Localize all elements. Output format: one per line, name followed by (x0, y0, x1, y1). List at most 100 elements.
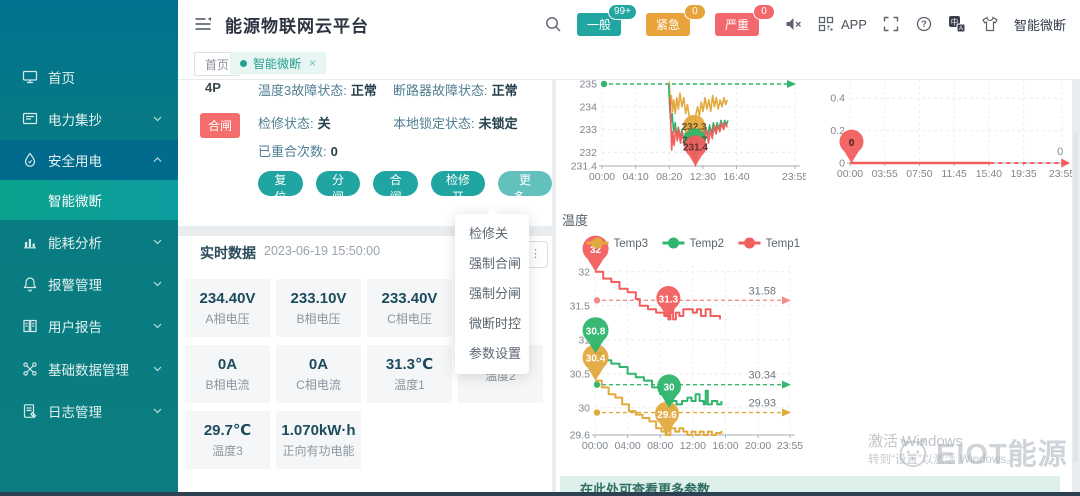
device-model: 4P (205, 80, 221, 95)
svg-text:23:55: 23:55 (782, 171, 806, 183)
chevron-down-icon (153, 281, 162, 287)
svg-text:235: 235 (579, 80, 597, 91)
status-value: 0 (331, 144, 338, 159)
menu-item-maintenance-off[interactable]: 检修关 (455, 219, 529, 249)
menu-item-breaker-timing[interactable]: 微断时控 (455, 309, 529, 339)
svg-text:233: 233 (579, 124, 597, 136)
alarm-badge-label: 一般 (587, 18, 611, 32)
status-label: 温度3故障状态: (258, 83, 347, 98)
translate-icon[interactable]: 中A (948, 15, 966, 33)
alarm-count-general: 99+ (608, 4, 637, 20)
svg-text:29.93: 29.93 (748, 398, 776, 410)
status-value: 正常 (351, 83, 377, 98)
menu-item-parameter-settings[interactable]: 参数设置 (455, 339, 529, 369)
status-label: 检修状态: (258, 116, 314, 131)
card-value: 233.40V (382, 290, 438, 307)
help-icon[interactable]: ? (915, 15, 933, 33)
close-tab-icon[interactable]: × (309, 56, 316, 70)
active-tab-dot (240, 60, 247, 67)
chevron-down-icon (153, 408, 162, 414)
mute-icon[interactable] (784, 15, 802, 33)
sidebar-item-label: 基础数据管理 (48, 359, 129, 379)
alarm-badge-label: 紧急 (656, 18, 680, 32)
menu-item-force-close[interactable]: 强制合闸 (455, 249, 529, 279)
svg-text:03:55: 03:55 (872, 168, 898, 180)
sidebar-item-alarm-management[interactable]: 报警管理 (0, 266, 178, 302)
card-value: 233.10V (291, 290, 347, 307)
app-root: 首页 电力集抄 安全用电 智能微断 能耗分析 报警管理 用户报告 (0, 0, 1080, 496)
sidebar: 首页 电力集抄 安全用电 智能微断 能耗分析 报警管理 用户报告 (0, 0, 178, 492)
data-nodes-icon (22, 361, 38, 377)
status-value: 关 (318, 116, 331, 131)
svg-text:11:45: 11:45 (941, 168, 967, 180)
open-switch-button[interactable]: 分闸 (316, 171, 361, 196)
qr-code-icon[interactable] (817, 15, 835, 33)
svg-text:30.4: 30.4 (586, 354, 606, 365)
sidebar-item-safe-power[interactable]: 安全用电 (0, 140, 178, 180)
current-day-chart: 00:0003:5507:5011:4515:4019:3523:550.40.… (824, 80, 1072, 203)
more-button[interactable]: 更多… (498, 171, 552, 196)
svg-text:30.8: 30.8 (586, 327, 606, 338)
search-icon[interactable] (544, 15, 562, 33)
svg-text:08:00: 08:00 (647, 440, 673, 452)
tabbar: 首页 智能微断 × (178, 48, 1080, 80)
switch-state-badge: 合闸 (200, 113, 240, 138)
sidebar-item-log-management[interactable]: 日志管理 (0, 393, 178, 429)
tshirt-icon[interactable] (981, 15, 999, 33)
card-value: 29.7℃ (204, 421, 251, 439)
fullscreen-icon[interactable] (882, 15, 900, 33)
svg-text:31.5: 31.5 (570, 300, 591, 312)
window-bottom-edge (0, 492, 1080, 496)
svg-text:31.3: 31.3 (659, 294, 679, 305)
svg-text:30.34: 30.34 (748, 370, 776, 382)
vertical-scrollbar[interactable] (1073, 132, 1078, 462)
chartB-svg: 00:0003:5507:5011:4515:4019:3523:550.40.… (824, 80, 1072, 198)
sidebar-item-power-reading[interactable]: 电力集抄 (0, 101, 178, 137)
sidebar-item-home[interactable]: 首页 (0, 59, 178, 95)
collapse-menu-icon[interactable] (194, 15, 212, 33)
alarm-badge-label: 严重 (725, 18, 749, 32)
svg-text:31.58: 31.58 (748, 285, 776, 297)
svg-text:Temp2: Temp2 (690, 238, 725, 250)
data-card: 29.7℃温度3 (185, 411, 270, 469)
tab-label: 智能微断 (253, 55, 301, 72)
data-card: 0A C相电流 (276, 345, 361, 403)
status-row: 已重合次数:0 (258, 141, 338, 160)
tab-smart-breaker[interactable]: 智能微断 × (230, 52, 326, 74)
status-label: 本地锁定状态: (393, 116, 475, 131)
log-icon (22, 403, 38, 419)
alarm-badge-general[interactable]: 一般 99+ (577, 13, 621, 36)
menu-item-force-open[interactable]: 强制分闸 (455, 279, 529, 309)
sidebar-item-smart-breaker[interactable]: 智能微断 (0, 180, 178, 220)
brand-watermark: EIOT能源 (894, 431, 1068, 473)
report-icon (22, 318, 38, 334)
more-params-banner[interactable]: 在此处可查看更多参数 (560, 476, 1060, 492)
svg-text:0: 0 (839, 158, 845, 170)
svg-text:00:00: 00:00 (589, 171, 615, 183)
status-value: 正常 (492, 83, 518, 98)
card-label: C相电流 (296, 376, 341, 393)
sidebar-item-user-report[interactable]: 用户报告 (0, 308, 178, 344)
reset-button[interactable]: 复位 (258, 171, 303, 196)
chevron-down-icon (153, 239, 162, 245)
svg-text:231.4: 231.4 (683, 143, 708, 154)
svg-text:16:40: 16:40 (723, 171, 749, 183)
sidebar-item-label: 电力集抄 (48, 109, 102, 129)
topbar: 能源物联网云平台 一般 99+ 紧急 0 严重 0 APP ? 中A 智能微断 (178, 0, 1080, 48)
alarm-badge-severe[interactable]: 严重 0 (715, 13, 759, 36)
svg-text:07:50: 07:50 (906, 168, 932, 180)
current-user[interactable]: 智能微断 (1014, 15, 1066, 34)
sidebar-item-label: 日志管理 (48, 401, 102, 421)
alarm-badge-urgent[interactable]: 紧急 0 (646, 13, 690, 36)
svg-text:04:10: 04:10 (622, 171, 648, 183)
app-link[interactable]: APP (841, 17, 867, 32)
maintenance-on-button[interactable]: 检修开 (431, 171, 485, 196)
close-switch-button[interactable]: 合闸 (373, 171, 418, 196)
tab-label: 首页 (205, 56, 229, 73)
sidebar-item-base-data[interactable]: 基础数据管理 (0, 351, 178, 387)
svg-text:?: ? (921, 19, 927, 29)
svg-text:00:00: 00:00 (837, 168, 863, 180)
card-value: 0A (309, 356, 328, 373)
card-value: 1.070kW·h (281, 422, 355, 439)
sidebar-item-energy-analysis[interactable]: 能耗分析 (0, 224, 178, 260)
